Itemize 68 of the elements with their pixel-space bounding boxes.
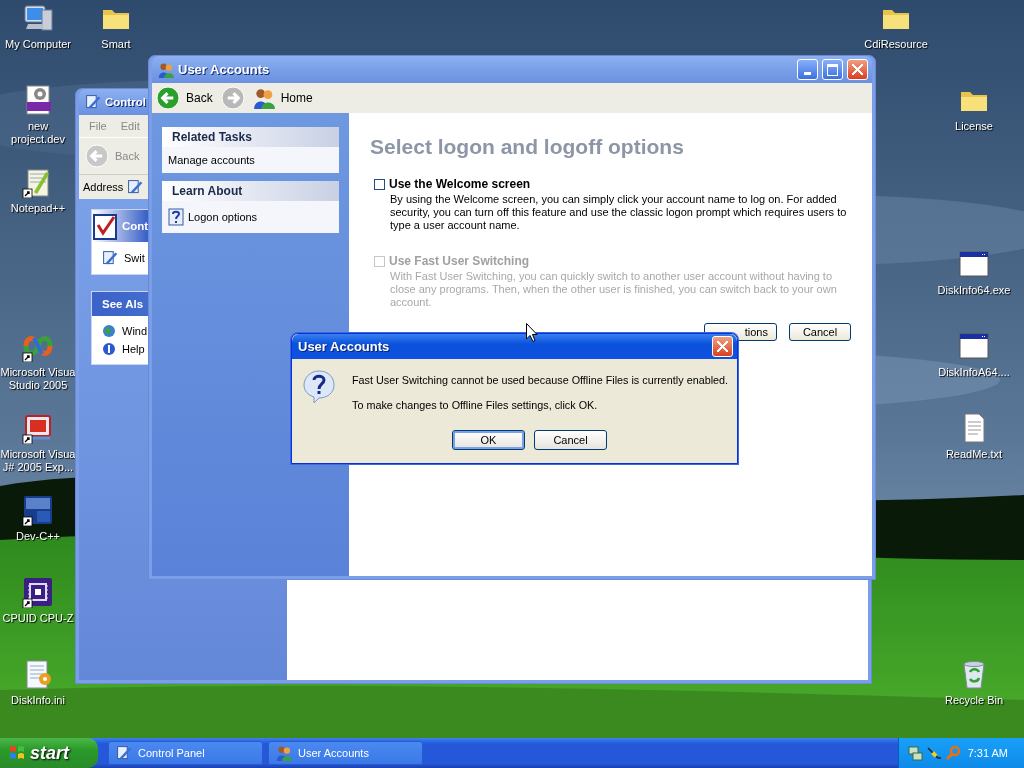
- window-title: User Accounts: [178, 62, 270, 77]
- dialog-title: User Accounts: [298, 339, 390, 354]
- globe-icon: [102, 324, 116, 338]
- home-button[interactable]: Home: [252, 87, 313, 109]
- dialog-message: To make changes to Offline Files settings, click OK.: [352, 399, 599, 411]
- task-link[interactable]: Swit: [102, 250, 145, 266]
- icon-label: Smart: [101, 38, 131, 51]
- app-tile-icon: [22, 494, 54, 526]
- option-label: Use Fast User Switching: [389, 254, 530, 268]
- page-heading: Select logon and logoff options: [370, 135, 685, 159]
- question-icon: [302, 369, 336, 405]
- icon-label: new project.dev: [10, 120, 66, 146]
- computer-icon: [22, 2, 54, 34]
- control-panel-icon: [127, 179, 144, 195]
- box-title: Related Tasks: [162, 127, 339, 147]
- back-icon: [85, 144, 109, 168]
- help-page-icon: [168, 208, 184, 226]
- address-label: Address: [83, 181, 124, 193]
- back-icon: [156, 86, 180, 110]
- close-button[interactable]: [847, 59, 868, 80]
- taskbar-button[interactable]: Control Panel: [108, 741, 263, 765]
- maximize-button[interactable]: [822, 59, 843, 80]
- icon-label: CdiResource: [864, 38, 928, 51]
- close-button[interactable]: [712, 336, 733, 357]
- clock: 7:31 AM: [967, 747, 1008, 759]
- option-label: Use the Welcome screen: [389, 177, 531, 191]
- flag-logo-icon: [8, 744, 26, 762]
- taskbar-button[interactable]: User Accounts: [268, 741, 423, 765]
- icon-label: Recycle Bin: [944, 694, 1004, 707]
- control-panel-icon: [85, 94, 101, 110]
- box-title: Learn About: [162, 181, 339, 201]
- icon-label: DiskInfo64.exe: [937, 284, 1011, 297]
- cancel-button[interactable]: Cancel: [534, 430, 607, 450]
- icon-label: Dev-C++: [16, 530, 60, 543]
- box-title: Cont: [122, 220, 149, 232]
- control-panel-icon: [102, 250, 118, 266]
- checkbox[interactable]: [374, 178, 385, 190]
- box-title: See Als: [102, 298, 144, 310]
- window-icon: [958, 330, 990, 362]
- icon-label: My Computer: [5, 38, 71, 51]
- app-window-icon: [22, 412, 54, 444]
- icon-label: CPUID CPU-Z: [2, 612, 74, 625]
- icon-label: Microsoft Visua J# 2005 Exp...: [0, 448, 76, 474]
- window-icon: [958, 248, 990, 280]
- start-button[interactable]: start: [0, 738, 98, 768]
- see-also-link[interactable]: Wind: [102, 324, 148, 338]
- see-also-link[interactable]: Help: [102, 342, 145, 356]
- cancel-button[interactable]: Cancel: [789, 323, 851, 341]
- option-description: With Fast User Switching, you can quickly switch to another user account without having to close any programs. Then, when the other user is finished, you can switch back to your own account.: [390, 270, 838, 309]
- back-button[interactable]: Back: [156, 86, 213, 110]
- option-description: By using the Welcome screen, you can simply click your account name to log on. For added security, you can turn off this feature and use the classic logon prompt which requires users to type a user account name.: [390, 193, 848, 232]
- users-icon: [252, 87, 275, 109]
- users-icon: [276, 745, 292, 761]
- chip-icon: [22, 576, 54, 608]
- ok-button[interactable]: OK: [452, 430, 525, 450]
- forward-icon: [220, 86, 245, 110]
- cursor-icon: [526, 323, 538, 342]
- icon-label: Microsoft Visua Studio 2005: [0, 366, 76, 392]
- icon-label: DiskInfo.ini: [11, 694, 65, 707]
- users-icon: [158, 61, 174, 78]
- minimize-button[interactable]: [797, 59, 818, 80]
- icon-label: Notepad++: [10, 202, 66, 215]
- dialog-message: Fast User Switching cannot be used because Offline Files is currently enabled.: [352, 374, 729, 386]
- window-title: Control: [105, 96, 146, 108]
- control-panel-icon: [116, 745, 132, 761]
- icon-label: DiskInfoA64....: [938, 366, 1010, 379]
- icon-label: License: [955, 120, 993, 133]
- icon-label: ReadMe.txt: [945, 448, 1003, 461]
